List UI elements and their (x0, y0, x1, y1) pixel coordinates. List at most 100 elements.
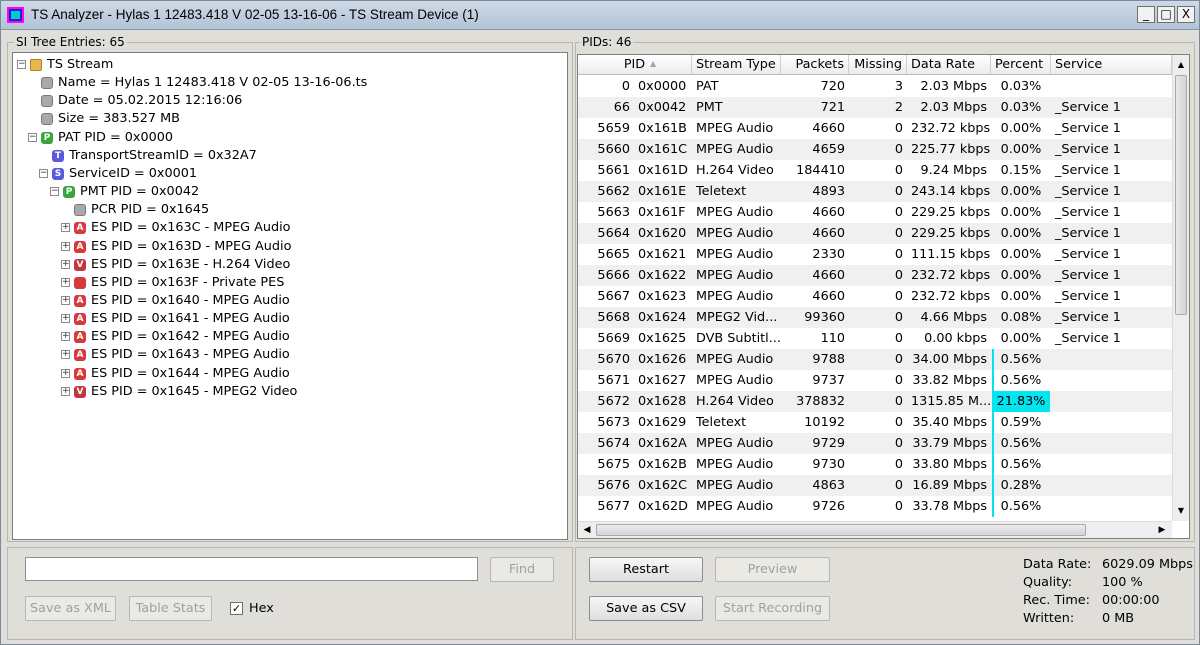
search-input[interactable] (25, 557, 478, 581)
expand-icon[interactable]: + (61, 314, 70, 324)
expand-icon[interactable]: + (61, 277, 70, 287)
table-row[interactable]: 5661 0x161D H.264 Video 184410 0 9.24 Mbps 0.1… (578, 160, 1172, 181)
cell-pid: 66 (613, 100, 630, 115)
rec-time-label: Rec. Time: (1023, 593, 1090, 608)
tree-node[interactable]: + A ES PID = 0x163C - MPEG Audio (13, 219, 563, 237)
scroll-down-arrow-icon[interactable]: ▼ (1175, 503, 1187, 518)
cell-rate: 232.72 kbps (911, 268, 991, 283)
data-rate-label: Data Rate: (1023, 557, 1092, 572)
table-row[interactable]: 5675 0x162B MPEG Audio 9730 0 33.80 Mbps 0.56% (578, 454, 1172, 475)
close-button[interactable]: X (1177, 6, 1195, 23)
save-as-xml-button[interactable]: Save as XML (25, 596, 116, 621)
minimize-button[interactable]: _ (1137, 6, 1155, 23)
cell-rate: 33.79 Mbps (912, 436, 987, 451)
title-bar[interactable]: TS Analyzer - Hylas 1 12483.418 V 02-05 … (1, 1, 1199, 30)
table-row[interactable]: 5660 0x161C MPEG Audio 4659 0 225.77 kbps 0.00… (578, 139, 1172, 160)
tree-node[interactable]: Name = Hylas 1 12483.418 V 02-05 13-16-0… (13, 74, 563, 92)
table-row[interactable]: 5670 0x1626 MPEG Audio 9788 0 34.00 Mbps 0.56% (578, 349, 1172, 370)
tree-node[interactable]: − P PMT PID = 0x0042 (13, 183, 563, 201)
expand-icon[interactable]: + (61, 368, 70, 378)
cell-packets: 4659 (812, 142, 845, 157)
column-header-packets[interactable]: Packets (781, 55, 849, 75)
table-row[interactable]: 5668 0x1624 MPEG2 Vid... 99360 0 4.66 Mbps 0.0… (578, 307, 1172, 328)
tree-node[interactable]: − P PAT PID = 0x0000 (13, 129, 563, 147)
pids-table[interactable]: PID Stream Type Packets Missing Data Rate Per… (577, 54, 1190, 539)
tree-node[interactable]: Size = 383.527 MB (13, 110, 563, 128)
table-stats-button[interactable]: Table Stats (129, 596, 212, 621)
cell-packets: 4660 (812, 268, 845, 283)
tree-node[interactable]: + V ES PID = 0x163E - H.264 Video (13, 256, 563, 274)
table-row[interactable]: 0 0x0000 PAT 720 3 2.03 Mbps 0.03% (578, 76, 1172, 97)
tree-node[interactable]: + ES PID = 0x163F - Private PES (13, 274, 563, 292)
cell-packets: 4660 (812, 205, 845, 220)
column-header-pid[interactable]: PID (578, 55, 692, 75)
tree-node[interactable]: + A ES PID = 0x1643 - MPEG Audio (13, 346, 563, 364)
video-icon: V (74, 385, 86, 398)
vertical-scroll-thumb[interactable] (1175, 75, 1187, 315)
table-row[interactable]: 5665 0x1621 MPEG Audio 2330 0 111.15 kbps 0.00… (578, 244, 1172, 265)
preview-button[interactable]: Preview (715, 557, 830, 582)
horizontal-scroll-thumb[interactable] (596, 524, 1086, 536)
cell-service: _Service 1 (1055, 163, 1121, 178)
collapse-icon[interactable]: − (28, 132, 37, 142)
tree-node[interactable]: + A ES PID = 0x1640 - MPEG Audio (13, 292, 563, 310)
table-row[interactable]: 5663 0x161F MPEG Audio 4660 0 229.25 kbps 0.00… (578, 202, 1172, 223)
save-as-csv-button[interactable]: Save as CSV (589, 596, 703, 621)
table-row[interactable]: 5659 0x161B MPEG Audio 4660 0 232.72 kbps 0.00… (578, 118, 1172, 139)
tree-node[interactable]: − S ServiceID = 0x0001 (13, 165, 563, 183)
expand-icon[interactable]: + (61, 241, 70, 251)
hex-checkbox[interactable]: ✓ (230, 602, 243, 615)
cell-hex: 0x1627 (638, 373, 687, 388)
restart-button[interactable]: Restart (589, 557, 703, 582)
table-row[interactable]: 5667 0x1623 MPEG Audio 4660 0 232.72 kbps 0.00… (578, 286, 1172, 307)
maximize-button[interactable]: □ (1157, 6, 1175, 23)
column-header-service[interactable]: Service (1051, 55, 1172, 75)
table-row[interactable]: 66 0x0042 PMT 721 2 2.03 Mbps 0.03% _Service 1 (578, 97, 1172, 118)
tree-node[interactable]: + A ES PID = 0x1642 - MPEG Audio (13, 328, 563, 346)
column-header-missing[interactable]: Missing (849, 55, 907, 75)
tree-node[interactable]: Date = 05.02.2015 12:16:06 (13, 92, 563, 110)
start-recording-button[interactable]: Start Recording (715, 596, 830, 621)
si-tree[interactable]: − TS Stream Name = Hylas 1 12483.418 V 02-… (12, 52, 568, 540)
cell-rate: 232.72 kbps (911, 121, 991, 136)
collapse-icon[interactable]: − (17, 60, 26, 69)
column-header-rate[interactable]: Data Rate (907, 55, 991, 75)
column-header-percent[interactable]: Percent (991, 55, 1051, 75)
cell-packets: 110 (820, 331, 845, 346)
table-row[interactable]: 5666 0x1622 MPEG Audio 4660 0 232.72 kbps 0.00… (578, 265, 1172, 286)
tree-node[interactable]: + A ES PID = 0x1641 - MPEG Audio (13, 310, 563, 328)
column-header-type[interactable]: Stream Type (692, 55, 781, 75)
cell-missing: 0 (894, 415, 903, 430)
table-row[interactable]: 5677 0x162D MPEG Audio 9726 0 33.78 Mbps 0.56% (578, 496, 1172, 517)
tree-node[interactable]: + A ES PID = 0x1644 - MPEG Audio (13, 365, 563, 383)
scroll-left-arrow-icon[interactable]: ◀ (580, 523, 594, 537)
tree-node[interactable]: T TransportStreamID = 0x32A7 (13, 147, 563, 165)
tree-node[interactable]: + A ES PID = 0x163D - MPEG Audio (13, 238, 563, 256)
table-row[interactable]: 5671 0x1627 MPEG Audio 9737 0 33.82 Mbps 0.56% (578, 370, 1172, 391)
expand-icon[interactable]: + (61, 259, 70, 269)
table-row[interactable]: 5676 0x162C MPEG Audio 4863 0 16.89 Mbps 0.28% (578, 475, 1172, 496)
expand-icon[interactable]: + (61, 350, 70, 360)
scroll-up-arrow-icon[interactable]: ▲ (1175, 57, 1187, 72)
scroll-right-arrow-icon[interactable]: ▶ (1155, 523, 1169, 537)
expand-icon[interactable]: + (61, 332, 70, 342)
horizontal-scrollbar[interactable]: ◀ ▶ (578, 521, 1172, 538)
collapse-icon[interactable]: − (50, 187, 59, 197)
table-row[interactable]: 5662 0x161E Teletext 4893 0 243.14 kbps 0.00% _… (578, 181, 1172, 202)
table-row[interactable]: 5669 0x1625 DVB Subtitl... 110 0 0.00 kbps 0.0… (578, 328, 1172, 349)
table-row[interactable]: 5674 0x162A MPEG Audio 9729 0 33.79 Mbps 0.56% (578, 433, 1172, 454)
tree-node[interactable]: PCR PID = 0x1645 (13, 201, 563, 219)
table-row[interactable]: 5672 0x1628 H.264 Video 378832 0 1315.85 M...… (578, 391, 1172, 412)
vertical-scrollbar[interactable]: ▲ ▼ (1172, 55, 1189, 521)
expand-icon[interactable]: + (61, 223, 70, 233)
table-row[interactable]: 5673 0x1629 Teletext 10192 0 35.40 Mbps 0.59% (578, 412, 1172, 433)
expand-icon[interactable]: + (61, 295, 70, 305)
table-row[interactable]: 5664 0x1620 MPEG Audio 4660 0 229.25 kbps 0.00… (578, 223, 1172, 244)
tree-node[interactable]: + V ES PID = 0x1645 - MPEG2 Video (13, 383, 563, 401)
find-button[interactable]: Find (490, 557, 554, 582)
collapse-icon[interactable]: − (39, 168, 48, 178)
tree-node[interactable]: − TS Stream (13, 56, 563, 74)
cell-rate: 111.15 kbps (911, 247, 991, 262)
cell-service (1051, 76, 1172, 97)
expand-icon[interactable]: + (61, 386, 70, 396)
